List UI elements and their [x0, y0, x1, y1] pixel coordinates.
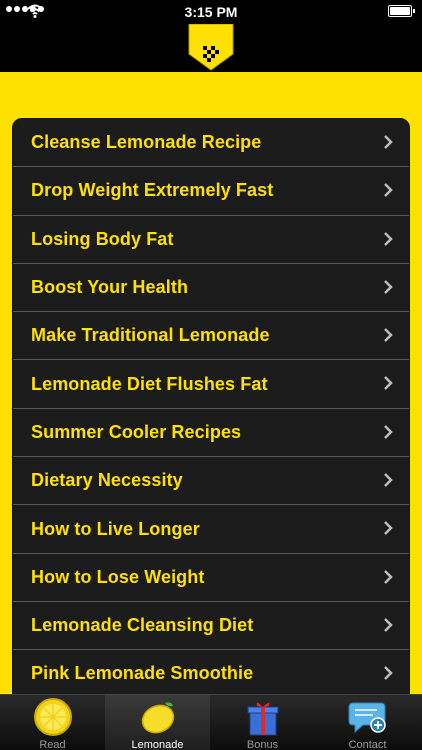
list-item-label: How to Lose Weight — [31, 566, 205, 587]
chevron-right-icon — [384, 183, 393, 198]
list-item-label: How to Live Longer — [31, 518, 200, 539]
article-list: Cleanse Lemonade Recipe Drop Weight Extre… — [12, 118, 410, 694]
chevron-right-icon — [384, 618, 393, 632]
chevron-right-icon — [384, 569, 393, 584]
chevron-right-icon — [384, 666, 393, 681]
list-item[interactable]: Losing Body Fat — [13, 216, 409, 264]
battery-icon — [388, 5, 415, 17]
lemon-icon — [141, 702, 174, 734]
list-item[interactable]: How to Lose Weight — [13, 554, 409, 602]
status-time: 3:15 PM — [184, 4, 238, 20]
gift-box-icon — [247, 702, 278, 736]
app-header — [0, 24, 422, 72]
status-bar: 3:15 PM — [0, 0, 422, 24]
chevron-right-icon — [384, 231, 393, 246]
list-item-label: Summer Cooler Recipes — [31, 421, 242, 442]
list-item[interactable]: Boost Your Health — [13, 264, 409, 313]
tab-read-label: Read — [39, 739, 66, 750]
list-item[interactable]: Make Traditional Lemonade — [13, 312, 409, 361]
tab-contact[interactable]: Contact — [315, 695, 420, 750]
list-item-label: Losing Body Fat — [31, 228, 174, 249]
list-item-label: Make Traditional Lemonade — [31, 325, 270, 346]
chevron-right-icon — [384, 424, 393, 439]
list-item-label: Lemonade Diet Flushes Fat — [31, 373, 268, 394]
tab-contact-label: Contact — [348, 739, 387, 750]
chevron-right-icon — [384, 473, 393, 487]
chevron-right-icon — [384, 328, 393, 343]
chat-bubble-add-icon — [348, 702, 386, 734]
list-item[interactable]: Drop Weight Extremely Fast — [13, 167, 409, 216]
list-item[interactable]: Pink Lemonade Smoothie — [13, 650, 409, 694]
taxi-checker-badge-icon — [188, 24, 234, 71]
chevron-right-icon — [384, 135, 393, 149]
list-item-label: Cleanse Lemonade Recipe — [31, 132, 262, 153]
list-item[interactable]: Cleanse Lemonade Recipe — [13, 119, 409, 168]
tab-bonus-label: Bonus — [246, 739, 279, 750]
list-item[interactable]: Dietary Necessity — [13, 457, 409, 506]
lemon-slice-icon — [33, 698, 72, 736]
list-item[interactable]: Summer Cooler Recipes — [13, 409, 409, 458]
chevron-right-icon — [384, 280, 393, 294]
list-item[interactable]: Lemonade Diet Flushes Fat — [13, 360, 409, 409]
tab-bar: Read Lemonade Bonus Contact — [0, 694, 422, 750]
tab-read[interactable]: Read — [0, 695, 105, 750]
list-item-label: Lemonade Cleansing Diet — [31, 615, 254, 636]
list-item-label: Drop Weight Extremely Fast — [31, 180, 274, 201]
list-item-label: Boost Your Health — [31, 277, 189, 298]
list-item-label: Pink Lemonade Smoothie — [31, 663, 254, 684]
content-area: Cleanse Lemonade Recipe Drop Weight Extre… — [0, 72, 422, 694]
tab-bonus[interactable]: Bonus — [210, 695, 315, 750]
chevron-right-icon — [384, 376, 393, 391]
tab-lemonade[interactable]: Lemonade — [105, 695, 210, 750]
list-item-label: Dietary Necessity — [31, 470, 183, 491]
chevron-right-icon — [384, 521, 393, 536]
list-item[interactable]: How to Live Longer — [13, 505, 409, 554]
tab-lemonade-label: Lemonade — [131, 739, 184, 750]
list-item[interactable]: Lemonade Cleansing Diet — [13, 602, 409, 651]
